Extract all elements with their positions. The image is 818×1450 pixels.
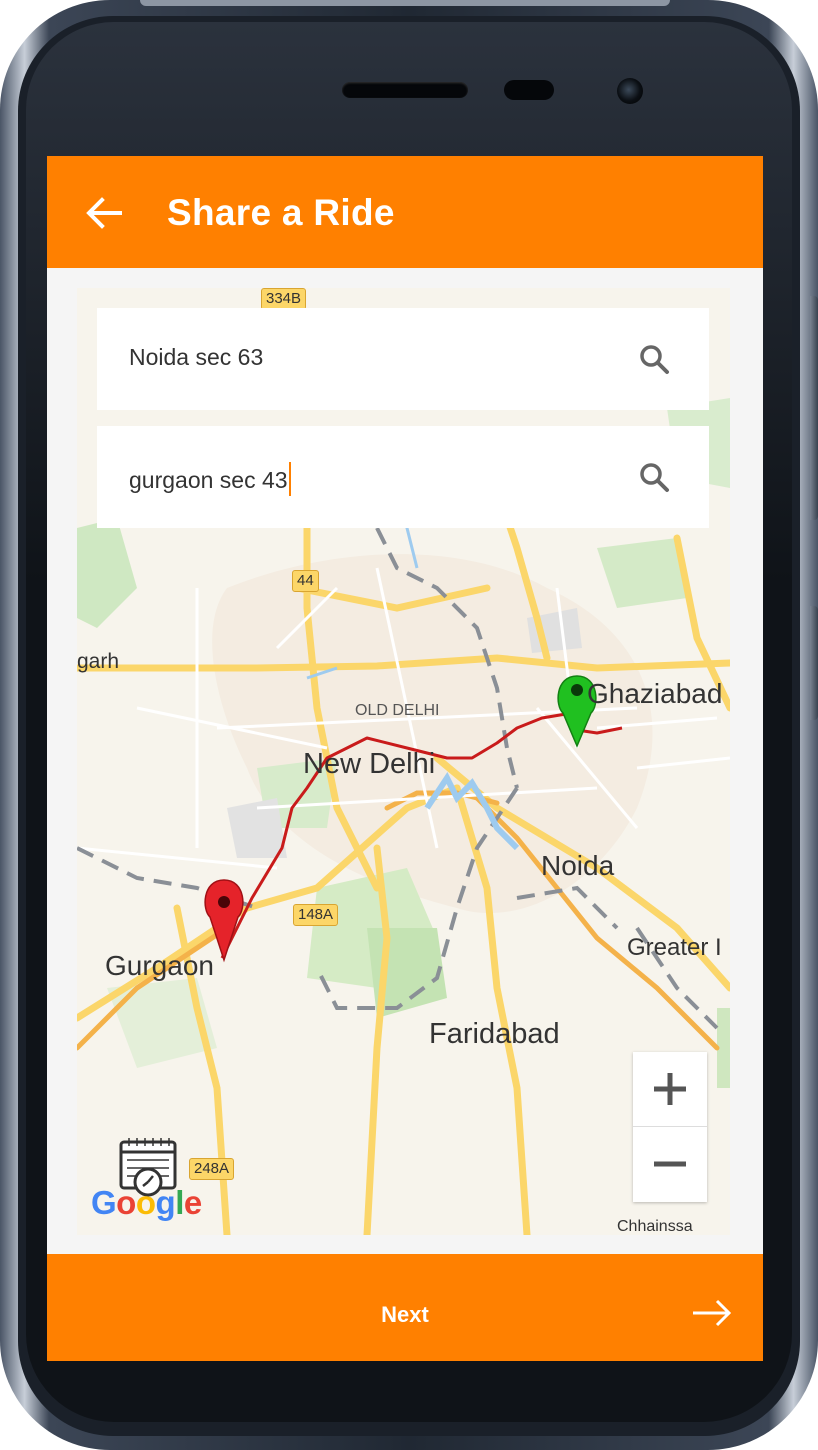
destination-search-input[interactable]: gurgaon sec 43: [129, 462, 291, 496]
zoom-out-button[interactable]: [633, 1127, 707, 1201]
google-logo: Google: [91, 1184, 202, 1221]
arrow-left-icon: [86, 197, 122, 229]
road-shield-148a: 148A: [293, 904, 339, 926]
destination-search-value: gurgaon sec 43: [129, 467, 288, 493]
origin-search-box[interactable]: Noida sec 63: [97, 308, 709, 410]
phone-power-button: [810, 606, 818, 720]
plus-icon: [654, 1073, 686, 1105]
zoom-controls: [633, 1052, 707, 1202]
map-label-faridabad: Faridabad: [429, 1018, 560, 1050]
map-label-greater-noida: Greater I: [627, 934, 722, 961]
minus-icon: [654, 1161, 686, 1167]
destination-search-box[interactable]: gurgaon sec 43: [97, 426, 709, 528]
app-bar: Share a Ride: [47, 156, 763, 268]
arrow-right-icon: [693, 1299, 732, 1327]
road-shield-248a: 248A: [189, 1158, 235, 1180]
phone-top-edge: [140, 0, 670, 6]
next-button[interactable]: Next: [47, 1254, 763, 1361]
front-camera: [617, 78, 643, 104]
map-label-gurgaon: Gurgaon: [105, 950, 214, 981]
back-button[interactable]: [77, 186, 131, 240]
map-label-ghaziabad: Ghaziabad: [587, 678, 723, 709]
map-view[interactable]: 334B 44 148A 248A garh Ghaziabad OLD DEL…: [77, 288, 730, 1235]
map-label-chhainssa: Chhainssa: [617, 1218, 693, 1235]
proximity-sensor: [504, 80, 554, 100]
road-shield-44: 44: [292, 570, 319, 592]
next-button-label: Next: [381, 1302, 429, 1327]
earpiece-speaker: [342, 82, 468, 98]
zoom-in-button[interactable]: [633, 1052, 707, 1127]
app-screen: Share a Ride 334B 44 148A 248A garh Ghaz…: [47, 156, 763, 1361]
page-title: Share a Ride: [167, 192, 395, 233]
map-label-old-delhi: OLD DELHI: [355, 702, 440, 719]
search-icon[interactable]: [637, 460, 671, 494]
map-label-new-delhi: New Delhi: [303, 748, 436, 780]
map-label-noida: Noida: [541, 850, 615, 881]
phone-frame: Share a Ride 334B 44 148A 248A garh Ghaz…: [0, 0, 818, 1450]
road-shield-334b: 334B: [261, 288, 307, 310]
text-cursor: [288, 462, 291, 496]
phone-volume-button: [810, 296, 818, 520]
search-icon[interactable]: [637, 342, 671, 376]
origin-search-input[interactable]: Noida sec 63: [129, 344, 263, 371]
map-label-garh: garh: [77, 650, 120, 673]
